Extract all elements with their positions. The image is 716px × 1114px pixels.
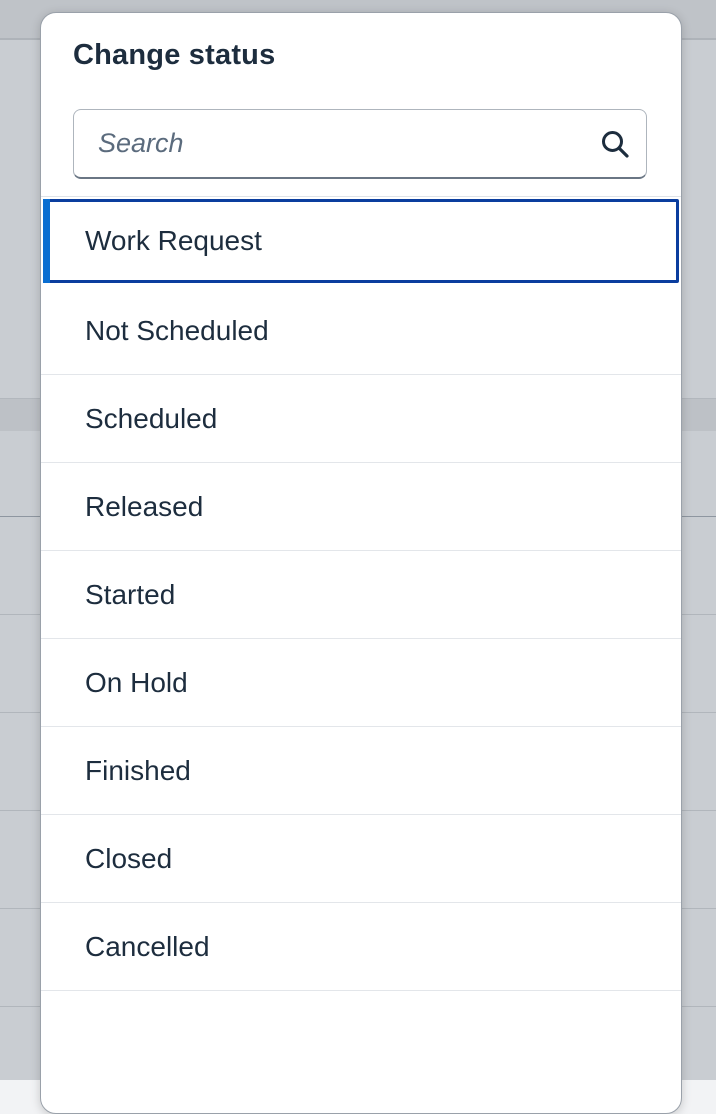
status-option-label: Cancelled (85, 930, 210, 962)
status-option-label: Finished (85, 754, 191, 786)
status-option-label: Closed (85, 842, 173, 874)
header-divider (41, 196, 681, 197)
status-option-closed[interactable]: Closed (41, 815, 681, 903)
search-input[interactable] (74, 110, 574, 177)
status-option-finished[interactable]: Finished (41, 727, 681, 815)
status-option-label: Started (85, 578, 176, 610)
status-option-label: Scheduled (85, 402, 218, 434)
search-field[interactable] (73, 109, 647, 179)
search-icon[interactable] (600, 129, 630, 159)
status-option-label: Released (85, 490, 204, 522)
status-option-label: Not Scheduled (85, 314, 269, 346)
status-option-work-request[interactable]: Work Request (43, 199, 679, 283)
change-status-popover: Change status Work Request Not Scheduled… (40, 12, 682, 1114)
status-option-released[interactable]: Released (41, 463, 681, 551)
status-option-label: On Hold (85, 666, 188, 698)
status-option-label: Work Request (85, 225, 262, 256)
popover-title: Change status (73, 39, 276, 71)
status-option-scheduled[interactable]: Scheduled (41, 375, 681, 463)
status-option-cancelled[interactable]: Cancelled (41, 903, 681, 991)
status-option-on-hold[interactable]: On Hold (41, 639, 681, 727)
status-option-not-scheduled[interactable]: Not Scheduled (41, 287, 681, 375)
status-option-started[interactable]: Started (41, 551, 681, 639)
status-list: Work Request Not Scheduled Scheduled Rel… (41, 199, 681, 991)
